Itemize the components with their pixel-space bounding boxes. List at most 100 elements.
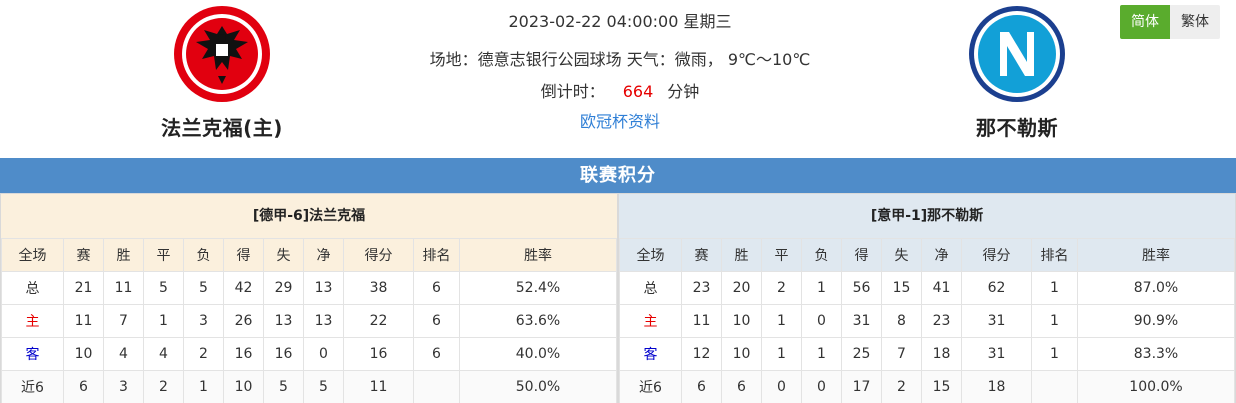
away-team: 那不勒斯 (917, 0, 1117, 141)
table-cell: 100.0% (1077, 370, 1235, 403)
napoli-n-crest-icon[interactable] (967, 4, 1067, 104)
table-cell: 7 (881, 337, 922, 371)
section-title: 联赛积分 (0, 158, 1236, 193)
column-header: 全场 (1, 238, 64, 272)
eintracht-eagle-crest-icon[interactable] (172, 4, 272, 104)
table-cell: 63.6% (459, 304, 617, 338)
table-cell: 4 (143, 337, 184, 371)
table-cell: 11 (63, 304, 104, 338)
column-header: 得 (223, 238, 264, 272)
table-row: 总 23 20 2 1 56 15 41 62 1 87.0% (619, 271, 1235, 305)
table-cell: 26 (223, 304, 264, 338)
column-header: 胜率 (459, 238, 617, 272)
table-cell: 15 (921, 370, 962, 403)
table-cell: 1 (761, 337, 802, 371)
table-cell: 29 (263, 271, 304, 305)
away-standings-table: 全场 赛 胜 平 负 得 失 净 得分 排名 胜率 总 23 20 2 1 56 (619, 238, 1235, 403)
table-cell: 16 (263, 337, 304, 371)
table-cell: 1 (183, 370, 224, 403)
row-label: 客 (1, 337, 64, 371)
table-cell: 6 (413, 271, 460, 305)
table-cell: 4 (103, 337, 144, 371)
column-header: 平 (143, 238, 184, 272)
column-header: 平 (761, 238, 802, 272)
column-header: 净 (303, 238, 344, 272)
table-cell (413, 370, 460, 403)
table-cell: 10 (721, 337, 762, 371)
table-cell: 1 (801, 271, 842, 305)
column-header: 胜 (103, 238, 144, 272)
table-cell: 38 (343, 271, 414, 305)
table-cell: 12 (681, 337, 722, 371)
table-row: 主 11 7 1 3 26 13 13 22 6 63.6% (1, 304, 617, 338)
lang-traditional-button[interactable]: 繁体 (1170, 5, 1220, 39)
table-cell: 5 (303, 370, 344, 403)
table-cell: 56 (841, 271, 882, 305)
row-label: 近6 (619, 370, 682, 403)
table-row: 总 21 11 5 5 42 29 13 38 6 52.4% (1, 271, 617, 305)
cup-info-link[interactable]: 欧冠杯资料 (320, 104, 920, 136)
column-header: 失 (263, 238, 304, 272)
table-cell: 18 (961, 370, 1032, 403)
column-header: 排名 (413, 238, 460, 272)
table-cell: 23 (681, 271, 722, 305)
table-cell: 50.0% (459, 370, 617, 403)
table-cell: 6 (63, 370, 104, 403)
match-info: 2023-02-22 04:00:00 星期三 场地：德意志银行公园球场 天气：… (320, 0, 920, 136)
column-header: 净 (921, 238, 962, 272)
table-cell: 31 (961, 304, 1032, 338)
match-datetime: 2023-02-22 04:00:00 星期三 (508, 12, 732, 31)
countdown-value: 664 (622, 82, 654, 101)
table-cell: 3 (183, 304, 224, 338)
table-cell: 16 (223, 337, 264, 371)
table-row: 客 10 4 4 2 16 16 0 16 6 40.0% (1, 337, 617, 371)
table-cell: 83.3% (1077, 337, 1235, 371)
table-cell: 18 (921, 337, 962, 371)
countdown-unit: 分钟 (667, 82, 700, 101)
lang-simplified-button[interactable]: 简体 (1120, 5, 1170, 39)
table-cell: 0 (801, 304, 842, 338)
table-cell: 6 (413, 304, 460, 338)
table-cell: 7 (103, 304, 144, 338)
table-cell: 11 (343, 370, 414, 403)
column-header: 得分 (343, 238, 414, 272)
table-cell: 3 (103, 370, 144, 403)
home-standings-panel: [德甲-6]法兰克福 全场 赛 胜 平 负 得 失 净 得分 排名 胜率 总 2 (0, 193, 618, 403)
countdown: 倒计时： 664 分钟 (320, 72, 920, 104)
row-label: 主 (619, 304, 682, 338)
away-standings-title: [意甲-1]那不勒斯 (619, 194, 1235, 238)
row-label: 总 (1, 271, 64, 305)
table-cell (1031, 370, 1078, 403)
table-cell: 2 (183, 337, 224, 371)
column-header: 得 (841, 238, 882, 272)
table-cell: 42 (223, 271, 264, 305)
table-row: 近6 6 6 0 0 17 2 15 18 100.0% (619, 370, 1235, 403)
table-cell: 11 (681, 304, 722, 338)
table-cell: 1 (761, 304, 802, 338)
table-cell: 5 (263, 370, 304, 403)
table-cell: 5 (183, 271, 224, 305)
column-header: 负 (183, 238, 224, 272)
column-header: 赛 (63, 238, 104, 272)
table-cell: 5 (143, 271, 184, 305)
table-cell: 21 (63, 271, 104, 305)
table-cell: 8 (881, 304, 922, 338)
table-cell: 52.4% (459, 271, 617, 305)
row-label: 主 (1, 304, 64, 338)
table-cell: 31 (961, 337, 1032, 371)
language-switch: 简体 繁体 (1120, 5, 1220, 39)
table-cell: 1 (1031, 337, 1078, 371)
table-cell: 40.0% (459, 337, 617, 371)
table-cell: 0 (801, 370, 842, 403)
table-cell: 1 (1031, 271, 1078, 305)
table-cell: 13 (263, 304, 304, 338)
column-header: 排名 (1031, 238, 1078, 272)
column-header: 得分 (961, 238, 1032, 272)
home-standings-title: [德甲-6]法兰克福 (1, 194, 617, 238)
column-header: 负 (801, 238, 842, 272)
column-header: 全场 (619, 238, 682, 272)
home-standings-table: 全场 赛 胜 平 负 得 失 净 得分 排名 胜率 总 21 11 5 5 42 (1, 238, 617, 403)
table-cell: 1 (143, 304, 184, 338)
venue-weather: 场地：德意志银行公园球场 天气：微雨， 9℃～10℃ (429, 50, 811, 69)
table-cell: 11 (103, 271, 144, 305)
